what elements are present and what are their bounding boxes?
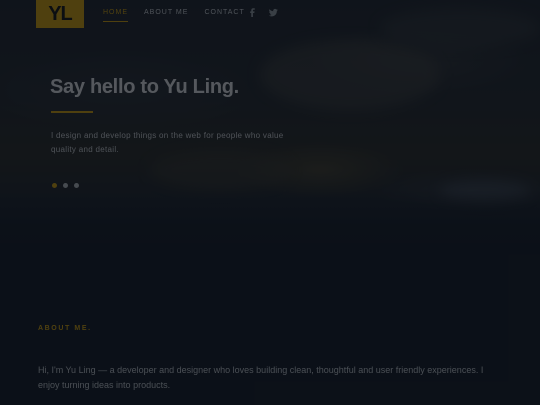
hero-fade <box>0 190 540 250</box>
twitter-icon[interactable] <box>269 8 278 17</box>
slide-dot[interactable] <box>63 183 68 188</box>
social-links <box>248 8 278 17</box>
hero-title: Say hello to Yu Ling. <box>50 76 239 98</box>
slide-dot[interactable] <box>52 183 57 188</box>
cloud-shape <box>380 8 540 48</box>
about-text: Hi, I'm Yu Ling — a developer and design… <box>38 365 484 390</box>
about-heading: ABOUT ME. <box>38 325 92 332</box>
cloud-shape <box>260 40 440 110</box>
nav-about-me[interactable]: About Me <box>144 9 188 22</box>
main-nav: Home About Me Contact <box>103 9 245 22</box>
hero-subtitle: I design and develop things on the web f… <box>51 131 284 154</box>
facebook-icon[interactable] <box>248 8 257 17</box>
title-underline <box>51 111 93 113</box>
nav-contact[interactable]: Contact <box>204 9 244 22</box>
nav-home[interactable]: Home <box>103 9 128 22</box>
slider-dots <box>52 183 79 188</box>
hero-banner <box>0 0 540 250</box>
slide-dot[interactable] <box>74 183 79 188</box>
logo[interactable]: YL <box>36 0 84 28</box>
